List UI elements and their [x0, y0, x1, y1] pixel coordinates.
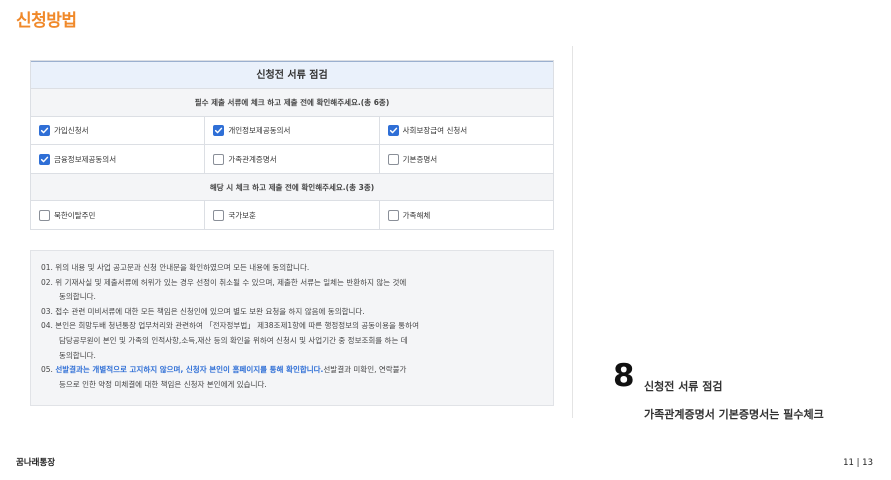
checklist-item[interactable]: 가족해체 [380, 201, 553, 229]
notice-item-5-number: 05. [41, 365, 56, 375]
document-check-form: 신청전 서류 점검 필수 제출 서류에 체크 하고 제출 전에 확인해주세요.(… [30, 60, 554, 230]
checklist-item[interactable]: 개인정보제공동의서 [205, 117, 380, 144]
notice-item-5-suffix: 선발결과 미확인, 연락불가 [323, 365, 407, 375]
checklist-row: 금융정보제공동의서 가족관계증명서 기본증명서 [31, 145, 553, 173]
checkbox-checked-icon[interactable] [387, 125, 399, 136]
notice-item-4: 04. 본인은 희망두배 청년통장 업무처리와 관련하여 「전자정부법」 제38… [41, 321, 419, 331]
notice-item-5: 05. 선발결과는 개별적으로 고지하지 않으며, 신청자 본인이 홈페이지를 … [41, 363, 543, 378]
checklist-item[interactable]: 국가보훈 [205, 201, 380, 229]
checklist-item-label: 기본증명서 [402, 154, 438, 164]
checkbox-empty-icon[interactable] [387, 209, 399, 221]
checkbox-empty-icon[interactable] [39, 209, 50, 221]
notice-item-5-highlight: 선발결과는 개별적으로 고지하지 않으며, 신청자 본인이 홈페이지를 통해 확… [55, 365, 324, 375]
page-title: 신청방법 [16, 11, 77, 31]
checklist-item-label: 가족관계증명서 [228, 154, 277, 164]
notice-item-3: 03. 접수 관련 미비서류에 대한 모든 책임은 신청인에 있으며 별도 보완… [41, 306, 365, 316]
optional-checklist: 북한이탈주민 국가보훈 가족해체 [31, 201, 553, 229]
notice-item-2-cont: 동의합니다. [59, 292, 96, 302]
checkbox-checked-icon[interactable] [39, 125, 50, 136]
notice-item-5-cont: 등으로 인한 약정 미체결에 대한 책임은 신청자 본인에게 있습니다. [59, 379, 267, 389]
form-title: 신청전 서류 점검 [31, 61, 553, 89]
step-number: 8 [613, 358, 635, 394]
checklist-item-label: 가족해체 [402, 210, 431, 220]
required-section-header: 필수 제출 서류에 체크 하고 제출 전에 확인해주세요.(총 6종) [31, 89, 553, 117]
notice-item-4-cont: 담당공무원이 본인 및 가족의 인적사항,소득,재산 등의 확인을 위하여 신청… [59, 335, 408, 345]
checklist-item-label: 사회보장급여 신청서 [402, 126, 468, 135]
checklist-item-label: 북한이탈주민 [54, 210, 96, 220]
checklist-item-label: 금융정보제공동의서 [54, 154, 117, 164]
optional-section-header: 해당 시 체크 하고 제출 전에 확인해주세요.(총 3종) [31, 173, 553, 201]
required-checklist: 가입신청서 개인정보제공동의서 사회보장급여 신청서금융정보제공동의서 가족관계증명서… [31, 117, 553, 173]
footer-brand: 꿈나래통장 [16, 458, 56, 468]
step-title: 신청전 서류 점검 [644, 380, 723, 393]
divider [572, 46, 573, 418]
checklist-item[interactable]: 가입신청서 [31, 117, 206, 144]
checklist-item[interactable]: 사회보장급여 신청서 [380, 117, 553, 144]
checkbox-checked-icon[interactable] [39, 153, 50, 165]
checklist-item[interactable]: 금융정보제공동의서 [31, 145, 206, 173]
checklist-row: 가입신청서 개인정보제공동의서 사회보장급여 신청서 [31, 117, 553, 145]
checklist-item-label: 가입신청서 [54, 126, 89, 135]
page-number: 11 | 13 [843, 458, 873, 468]
checklist-item[interactable]: 기본증명서 [380, 145, 553, 173]
checklist-item[interactable]: 북한이탈주민 [31, 201, 206, 229]
agreement-notice: 01. 위의 내용 및 사업 공고문과 신청 안내문을 확인하였으며 모든 내용… [30, 250, 554, 406]
notice-item-2: 02. 위 기재사실 및 제출서류에 허위가 있는 경우 선정이 취소될 수 있… [41, 277, 407, 287]
checklist-item[interactable]: 가족관계증명서 [205, 145, 380, 173]
checkbox-checked-icon[interactable] [213, 125, 225, 136]
checkbox-empty-icon[interactable] [387, 153, 399, 165]
notice-item-4-cont2: 동의합니다. [59, 350, 96, 360]
notice-item-1: 01. 위의 내용 및 사업 공고문과 신청 안내문을 확인하였으며 모든 내용… [41, 263, 310, 272]
step-note: 가족관계증명서 기본증명서는 필수체크 [644, 408, 824, 421]
checklist-row: 북한이탈주민 국가보훈 가족해체 [31, 201, 553, 229]
checkbox-empty-icon[interactable] [213, 209, 225, 221]
screenshot-panel: 신청전 서류 점검 필수 제출 서류에 체크 하고 제출 전에 확인해주세요.(… [14, 46, 569, 418]
checklist-item-label: 국가보훈 [228, 210, 256, 220]
checklist-item-label: 개인정보제공동의서 [228, 126, 291, 135]
checkbox-empty-icon[interactable] [213, 153, 225, 165]
